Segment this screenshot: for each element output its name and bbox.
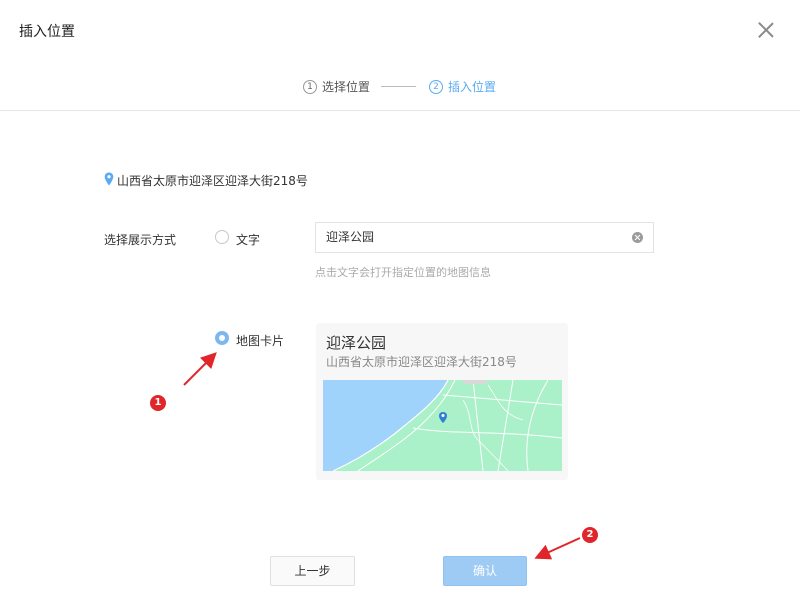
radio-text-label[interactable]: 文字: [236, 231, 260, 248]
step-insert-location: 2 插入位置: [429, 78, 496, 95]
step-number: 1: [303, 79, 317, 94]
step-label: 选择位置: [322, 80, 371, 94]
step-number: 2: [429, 79, 443, 94]
display-mode-label: 选择展示方式: [104, 233, 177, 247]
annotation-badge: 2: [582, 527, 598, 543]
radio-map-card-option[interactable]: [215, 331, 229, 345]
display-text-input[interactable]: 迎泽公园: [315, 222, 654, 253]
previous-step-button[interactable]: 上一步: [270, 556, 355, 586]
annotation-arrows: [183, 352, 581, 560]
map-preview: [323, 380, 562, 471]
map-card-address: 山西省太原市迎泽区迎泽大街218号: [326, 355, 517, 369]
close-icon[interactable]: [755, 19, 777, 41]
radio-map-card-label[interactable]: 地图卡片: [236, 332, 284, 349]
radio-text-option[interactable]: [215, 230, 229, 244]
location-address: 山西省太原市迎泽区迎泽大街218号: [117, 174, 308, 188]
location-pin-icon: [104, 172, 114, 186]
dialog-title: 插入位置: [19, 24, 75, 40]
step-connector: [381, 86, 416, 87]
map-card-title: 迎泽公园: [326, 334, 387, 352]
step-label: 插入位置: [448, 80, 497, 94]
hint-text: 点击文字会打开指定位置的地图信息: [315, 266, 491, 279]
confirm-button[interactable]: 确认: [443, 556, 527, 586]
annotation-badge: 1: [150, 395, 166, 411]
step-select-location: 1 选择位置: [303, 78, 370, 95]
header-divider: [0, 110, 800, 111]
clear-icon[interactable]: [632, 232, 643, 243]
